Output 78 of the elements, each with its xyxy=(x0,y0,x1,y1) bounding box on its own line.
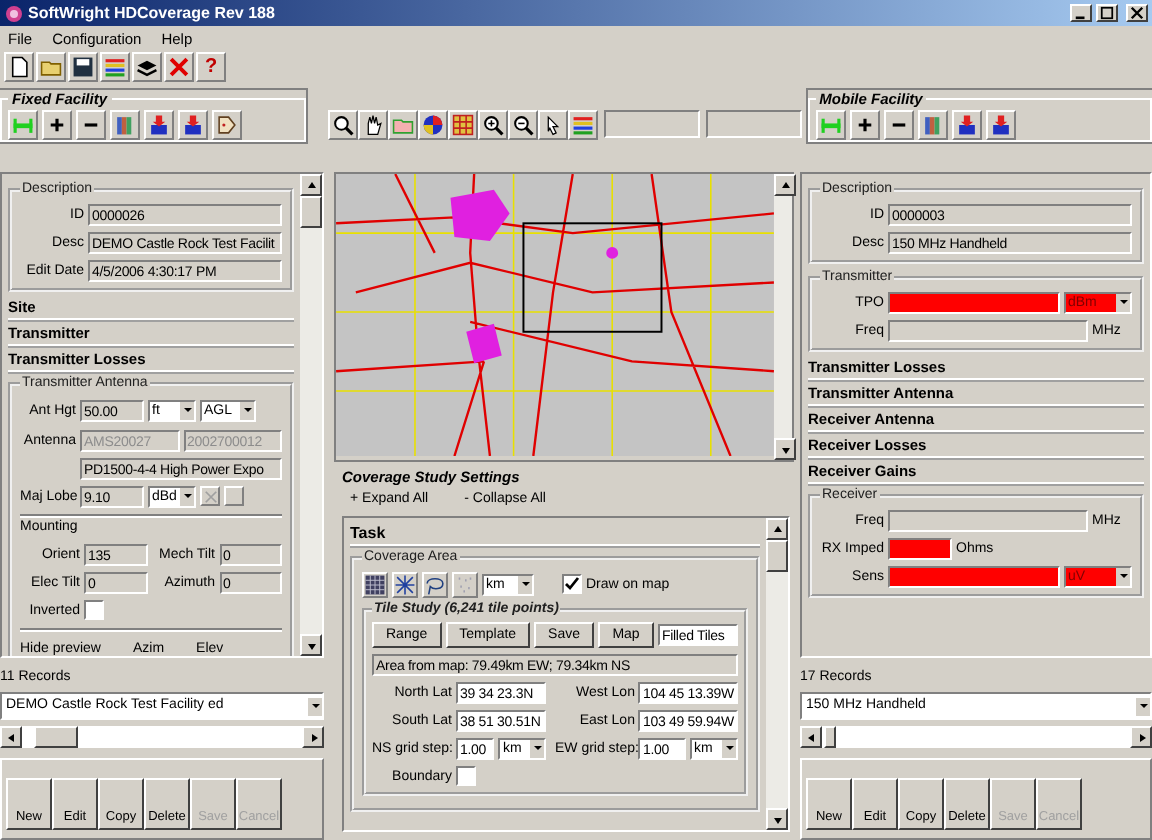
caret-icon xyxy=(518,575,532,593)
span-icon xyxy=(12,113,34,135)
plus-icon xyxy=(853,113,876,135)
scrollbar-thumb[interactable] xyxy=(766,540,788,572)
color-bars-icon xyxy=(571,113,594,135)
arrow-down-icon[interactable] xyxy=(300,634,322,656)
caret-icon xyxy=(1116,567,1130,585)
status-field xyxy=(705,110,802,138)
vertical-scrollbar[interactable] xyxy=(774,174,792,460)
arrow-right-icon[interactable] xyxy=(302,726,324,748)
small-button[interactable] xyxy=(224,486,244,506)
caret-icon xyxy=(1116,293,1130,311)
text-field[interactable] xyxy=(888,537,952,559)
section-header[interactable]: Task xyxy=(350,524,760,546)
span-icon xyxy=(819,113,842,135)
horizontal-scrollbar[interactable] xyxy=(800,726,1152,748)
scrollbar-thumb[interactable] xyxy=(300,196,322,228)
caret-icon xyxy=(240,401,254,419)
zoom-out-icon xyxy=(511,113,534,135)
layers-icon xyxy=(136,55,158,77)
arrow-right-icon[interactable] xyxy=(1130,726,1152,748)
arrow-down-icon[interactable] xyxy=(766,808,788,830)
text-field[interactable] xyxy=(888,291,1060,313)
app-icon xyxy=(4,3,24,23)
arrow-down-icon[interactable] xyxy=(774,438,796,460)
x-mark-icon xyxy=(168,55,190,77)
arrow-up-icon[interactable] xyxy=(766,518,788,540)
window-title: SoftWright HDCoverage Rev 188 xyxy=(28,4,275,22)
star-icon xyxy=(394,573,416,595)
lasso-icon xyxy=(424,573,446,595)
globe-icon xyxy=(421,113,444,135)
help-button[interactable]: ? xyxy=(196,51,226,81)
scrollbar-thumb[interactable] xyxy=(824,726,836,748)
zoom-in-icon xyxy=(481,113,504,135)
dots-icon xyxy=(454,573,476,595)
arrow-up-icon[interactable] xyxy=(300,174,322,196)
scrollbar-thumb[interactable] xyxy=(34,726,78,748)
minimize-button[interactable] xyxy=(1070,4,1092,22)
caret-icon xyxy=(180,487,194,505)
arrow-up-icon[interactable] xyxy=(774,174,796,196)
checkbox[interactable] xyxy=(84,600,104,620)
maximize-icon xyxy=(1100,6,1114,20)
document-icon xyxy=(8,55,30,77)
tray-arrow-icon xyxy=(955,113,978,135)
tag-icon xyxy=(216,113,238,135)
toolbar-button[interactable] xyxy=(392,571,418,597)
tray-arrow-icon xyxy=(182,113,204,135)
caret-icon xyxy=(530,739,545,757)
caret-icon xyxy=(180,401,194,419)
status-field xyxy=(603,110,700,138)
color-bars-icon xyxy=(104,55,126,77)
arrow-left-icon[interactable] xyxy=(0,726,22,748)
grid-icon xyxy=(364,573,386,595)
vertical-scrollbar[interactable] xyxy=(300,174,322,656)
toolbar-button[interactable] xyxy=(362,571,388,597)
caret-icon xyxy=(308,697,322,715)
vertical-scrollbar[interactable] xyxy=(766,518,788,830)
text-field[interactable] xyxy=(888,319,1088,341)
clear-button[interactable] xyxy=(200,486,220,506)
caret-icon xyxy=(722,739,736,757)
maximize-button[interactable] xyxy=(1096,4,1118,22)
text-field[interactable] xyxy=(888,509,1088,531)
book-stack-icon xyxy=(921,113,944,135)
x-mark-icon xyxy=(203,489,217,503)
caret-icon xyxy=(1136,697,1150,715)
search-icon xyxy=(331,113,354,135)
tray-arrow-icon xyxy=(148,113,170,135)
book-stack-icon xyxy=(114,113,136,135)
close-button[interactable] xyxy=(1126,4,1148,22)
arrow-left-icon[interactable] xyxy=(800,726,822,748)
tray-arrow-icon xyxy=(989,113,1012,135)
text-field[interactable] xyxy=(888,565,1060,587)
horizontal-scrollbar[interactable] xyxy=(0,726,324,748)
plus-icon xyxy=(46,113,68,135)
close-icon xyxy=(1130,6,1144,20)
checkbox[interactable] xyxy=(456,766,476,786)
checkbox[interactable] xyxy=(562,574,582,594)
grid-icon xyxy=(451,113,474,135)
